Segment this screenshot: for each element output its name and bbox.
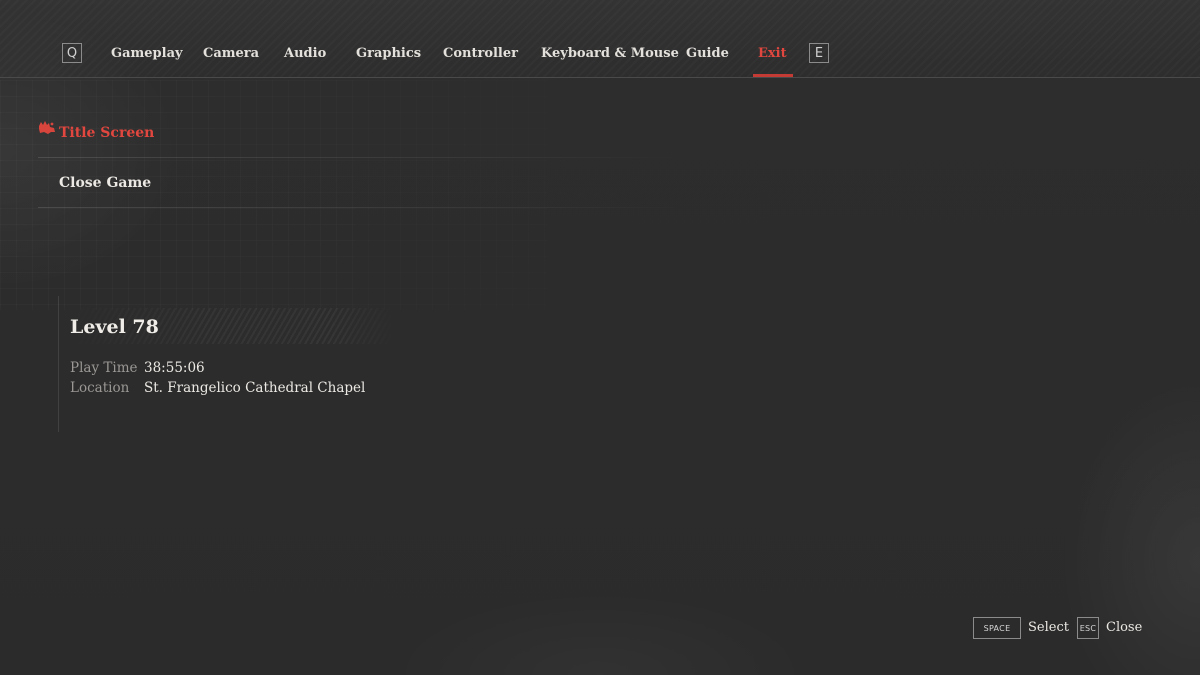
settings-screen: Q Gameplay Camera Audio Graphics Control… — [0, 0, 1200, 675]
play-time-value: 38:55:06 — [144, 360, 205, 376]
save-info-panel: Level 78 Play Time 38:55:06 Location St.… — [58, 296, 419, 432]
close-hint[interactable]: Close — [1106, 620, 1142, 635]
tab-gameplay[interactable]: Gameplay — [111, 46, 183, 61]
tab-exit[interactable]: Exit — [758, 46, 787, 61]
menu-item-title-screen[interactable]: Title Screen — [59, 125, 154, 141]
location-value: St. Frangelico Cathedral Chapel — [144, 380, 366, 396]
character-level: Level 78 — [70, 316, 159, 338]
tab-guide[interactable]: Guide — [686, 46, 729, 61]
tab-audio[interactable]: Audio — [284, 46, 326, 61]
prev-tab-key-icon[interactable]: Q — [62, 43, 82, 63]
next-tab-key-icon[interactable]: E — [809, 43, 829, 63]
menu-divider — [38, 207, 683, 208]
tab-graphics[interactable]: Graphics — [356, 46, 421, 61]
location-label: Location — [70, 380, 130, 396]
top-navigation: Q Gameplay Camera Audio Graphics Control… — [0, 0, 1200, 78]
space-key-icon: SPACE — [973, 617, 1021, 639]
tab-keyboard-mouse[interactable]: Keyboard & Mouse — [541, 46, 679, 61]
selection-marker-icon — [39, 121, 55, 134]
grid-texture — [0, 80, 690, 310]
select-hint[interactable]: Select — [1028, 620, 1069, 635]
active-tab-indicator — [753, 74, 793, 77]
play-time-label: Play Time — [70, 360, 138, 376]
esc-key-icon: ESC — [1077, 617, 1099, 639]
menu-item-close-game[interactable]: Close Game — [59, 175, 151, 191]
menu-divider — [38, 157, 683, 158]
tab-controller[interactable]: Controller — [443, 46, 518, 61]
tab-camera[interactable]: Camera — [203, 46, 259, 61]
